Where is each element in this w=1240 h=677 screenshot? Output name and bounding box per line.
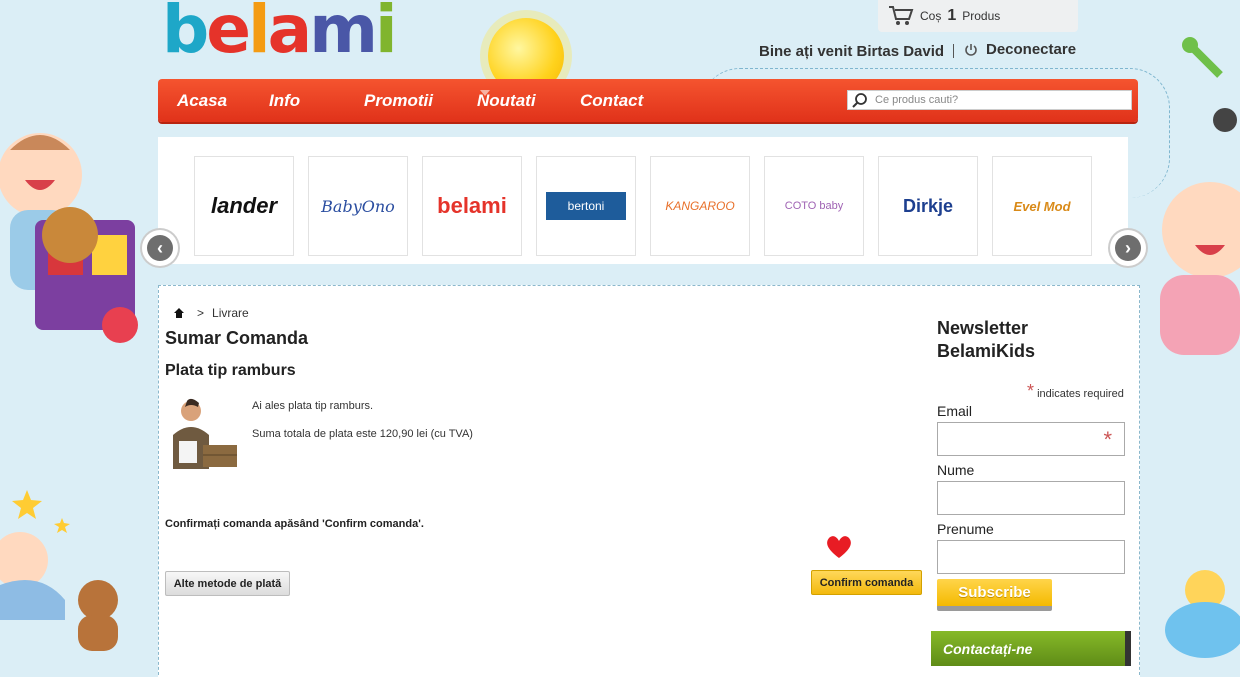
heart-cursor-icon	[827, 536, 851, 558]
carousel-prev-button[interactable]: ‹	[142, 230, 178, 266]
name-label: Nume	[937, 462, 975, 478]
payment-type-heading: Plata tip ramburs	[165, 362, 296, 379]
newsletter-title: Newsletter BelamiKids	[937, 318, 1036, 361]
brand-logo-kangaroo[interactable]: KANGAROO	[650, 156, 750, 256]
brand-logo-bertoni[interactable]: bertoni	[536, 156, 636, 256]
brand-logo-belami[interactable]: belami	[422, 156, 522, 256]
email-field[interactable]: *	[937, 422, 1125, 456]
brand-logo-dirkje[interactable]: Dirkje	[878, 156, 978, 256]
logo-letter: i	[374, 0, 398, 68]
payment-info-line: Ai ales plata tip ramburs.	[252, 400, 374, 412]
logo-letter: e	[206, 0, 251, 68]
teddy-bear-illustration	[78, 580, 118, 651]
cart-icon	[889, 6, 914, 25]
brand-carousel: lander BabyOno belami bertoni KANGAROO C…	[158, 137, 1128, 264]
firstname-label: Prenume	[937, 521, 994, 537]
cart-count: 1	[947, 7, 957, 24]
name-field[interactable]	[937, 481, 1125, 515]
brand-name: bertoni	[546, 192, 626, 220]
brand-logo-babyono[interactable]: BabyOno	[308, 156, 408, 256]
brand-name: BabyOno	[321, 196, 395, 216]
logout-label: Deconectare	[986, 41, 1077, 58]
logo-letter: m	[309, 0, 378, 68]
main-navigation: Acasa Info Promotii Noutati Contact Ce p…	[158, 79, 1138, 122]
contact-us-button[interactable]: Contactați-ne	[931, 631, 1131, 666]
brand-logo-evel-mod[interactable]: Evel Mod	[992, 156, 1092, 256]
brand-logo-coto-baby[interactable]: COTO baby	[764, 156, 864, 256]
cart-label: Coș	[920, 9, 942, 23]
nav-item-contact[interactable]: Contact	[580, 91, 643, 111]
nav-item-acasa[interactable]: Acasa	[177, 91, 227, 111]
search-icon[interactable]	[851, 92, 869, 108]
logo-letter: l	[248, 0, 271, 68]
logo-letter: a	[267, 0, 313, 68]
courier-image	[165, 397, 241, 469]
logout-link[interactable]: Deconectare	[964, 41, 1076, 58]
brand-name: KANGAROO	[665, 199, 735, 213]
nav-item-promotii[interactable]: Promotii	[364, 91, 433, 111]
required-note: * indicates required	[1027, 381, 1124, 402]
confirm-instruction: Confirmați comanda apăsând 'Confirm coma…	[165, 518, 424, 530]
brand-name: COTO baby	[784, 200, 844, 212]
baby-girl-illustration	[1160, 182, 1240, 355]
search-box[interactable]: Ce produs cauti?	[847, 90, 1132, 110]
breadcrumb-current: Livrare	[212, 306, 249, 320]
nav-item-info[interactable]: Info	[269, 91, 300, 111]
email-label: Email	[937, 403, 973, 419]
chevron-left-icon: ‹	[147, 235, 173, 261]
carousel-next-button[interactable]: ›	[1110, 230, 1146, 266]
cart-summary[interactable]: Coș 1 Produs	[878, 0, 1078, 32]
welcome-message: Bine ați venit Birtas David	[759, 43, 945, 60]
brand-name: Evel Mod	[1013, 198, 1071, 214]
breadcrumb-separator: >	[197, 306, 205, 320]
breadcrumb: > Livrare	[173, 306, 249, 320]
chevron-right-icon: ›	[1115, 235, 1141, 261]
brand-name: belami	[437, 193, 507, 218]
required-asterisk-icon: *	[1027, 381, 1035, 401]
required-note-text: indicates required	[1037, 388, 1124, 400]
order-summary-panel: > Livrare Sumar Comanda Plata tip rambur…	[158, 285, 1140, 677]
required-asterisk-icon: *	[1103, 427, 1112, 452]
confirm-order-button[interactable]: Confirm comanda	[811, 570, 922, 595]
belami-logo[interactable]: belami	[162, 0, 402, 64]
header-divider	[953, 44, 954, 58]
firstname-field[interactable]	[937, 540, 1125, 574]
brand-name: lander	[210, 193, 278, 218]
nav-item-noutati[interactable]: Noutati	[477, 91, 536, 111]
page-title: Sumar Comanda	[165, 328, 309, 348]
cart-unit: Produs	[962, 9, 1001, 23]
search-input[interactable]: Ce produs cauti?	[875, 94, 958, 106]
other-payment-methods-button[interactable]: Alte metode de plată	[165, 571, 290, 596]
baby-boy-illustration	[0, 133, 138, 343]
payment-total-line: Suma totala de plata este 120,90 lei (cu…	[252, 428, 473, 440]
subscribe-button[interactable]: Subscribe	[937, 579, 1052, 611]
brand-name: Dirkje	[902, 195, 954, 216]
logo-letter: b	[162, 0, 209, 68]
sleeping-baby-illustration	[0, 532, 65, 620]
power-icon	[965, 43, 977, 56]
brand-logo-lander[interactable]: lander	[194, 156, 294, 256]
home-icon[interactable]	[173, 307, 185, 319]
stroller-illustration	[1182, 37, 1237, 132]
pacifier-illustration	[1165, 570, 1240, 658]
